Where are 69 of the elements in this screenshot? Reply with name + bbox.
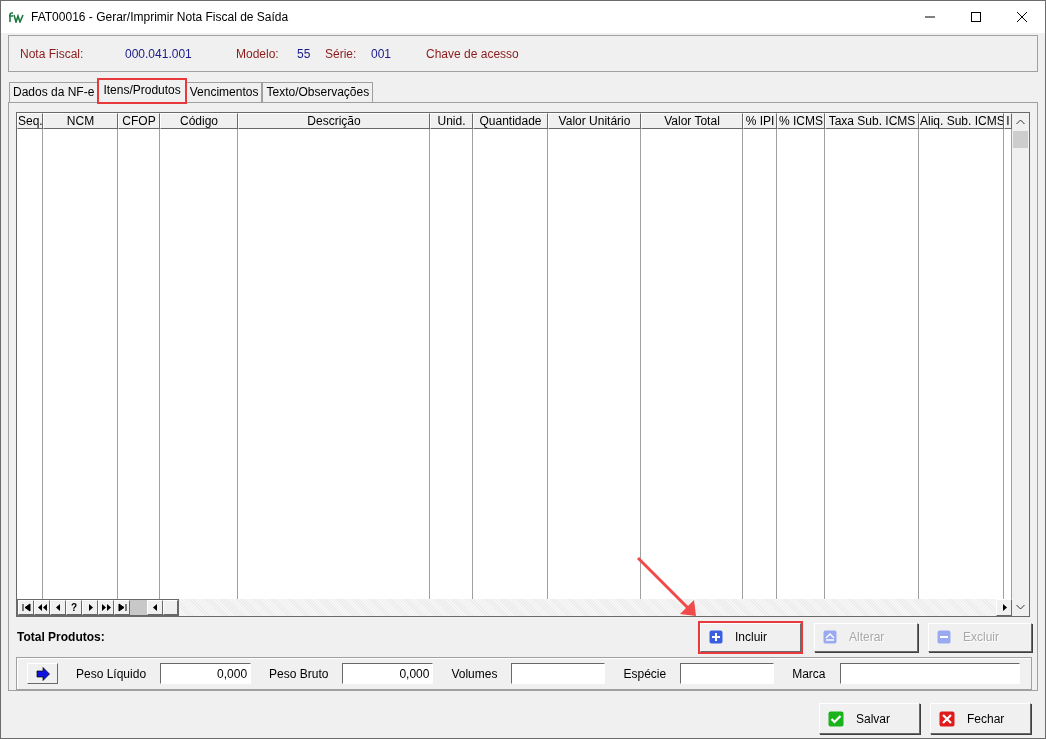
minus-icon <box>937 630 951 644</box>
field-label: Volumes <box>451 666 498 681</box>
field-label: Espécie <box>623 666 667 681</box>
navigator-button[interactable] <box>98 600 114 615</box>
column-header[interactable]: Seq. <box>17 113 43 129</box>
total-label: Total Produtos: <box>17 630 105 644</box>
close-icon <box>1017 12 1027 22</box>
field-label: Peso Bruto <box>269 666 329 681</box>
column-header[interactable]: % IPI <box>743 113 777 129</box>
navigator-button[interactable] <box>82 600 98 615</box>
tab[interactable]: Itens/Produtos <box>98 79 186 103</box>
input-field[interactable] <box>511 663 606 684</box>
navigator-button[interactable] <box>18 600 34 615</box>
field-label: Nota Fiscal: <box>20 46 85 61</box>
navigator-button[interactable] <box>34 600 50 615</box>
x-icon <box>939 710 955 727</box>
vertical-scrollbar[interactable] <box>1012 113 1029 616</box>
column-header[interactable]: NCM <box>43 113 118 129</box>
scroll-thumb[interactable] <box>1013 131 1028 148</box>
app-logo-icon <box>9 11 25 23</box>
up-chevron-icon <box>823 630 837 644</box>
tab[interactable]: Texto/Observações <box>262 82 374 102</box>
help-button[interactable]: ? <box>66 600 82 615</box>
window-title: FAT00016 - Gerar/Imprimir Nota Fiscal de Saída <box>31 10 289 24</box>
tab[interactable]: Vencimentos <box>185 82 263 102</box>
field-value: 001 <box>371 46 393 61</box>
first-record-icon <box>21 603 31 612</box>
previous-record-icon <box>53 603 63 612</box>
input-field[interactable] <box>839 663 1020 684</box>
field-value: 55 <box>297 46 312 61</box>
next-page-icon <box>101 603 111 612</box>
scroll-up-icon <box>1016 119 1025 125</box>
right-arrow-icon <box>35 666 50 681</box>
plus-icon <box>709 630 723 644</box>
field-label: Modelo: <box>236 46 280 61</box>
input-field[interactable] <box>680 663 775 684</box>
scroll-left-button[interactable] <box>147 600 163 615</box>
input-field[interactable]: 0,000 <box>160 663 252 684</box>
column-header[interactable]: Código <box>160 113 238 129</box>
previous-page-icon <box>37 603 47 612</box>
navigator-button[interactable] <box>50 600 66 615</box>
scroll-left-icon <box>150 603 160 612</box>
maximize-icon <box>971 12 981 22</box>
column-header[interactable]: Valor Unitário <box>548 113 641 129</box>
field-label: Série: <box>325 46 358 61</box>
scroll-right-button[interactable] <box>996 599 1012 616</box>
save-button[interactable]: Salvar <box>819 703 920 734</box>
scroll-thumb[interactable] <box>130 600 147 615</box>
checkmark-icon <box>828 710 844 727</box>
column-header[interactable]: Unid. <box>430 113 473 129</box>
last-record-icon <box>117 603 127 612</box>
column-header[interactable]: I <box>1004 113 1012 129</box>
navigator-button[interactable] <box>114 600 130 615</box>
column-header[interactable]: Descrição <box>238 113 430 129</box>
scroll-down-icon <box>1016 604 1025 610</box>
column-header[interactable]: Taxa Sub. ICMS <box>825 113 919 129</box>
input-field[interactable]: 0,000 <box>342 663 434 684</box>
column-header[interactable]: Quantidade <box>473 113 548 129</box>
close-button[interactable]: Fechar <box>930 703 1031 734</box>
column-header[interactable]: % ICMS <box>777 113 825 129</box>
column-header[interactable]: Valor Total <box>641 113 743 129</box>
arrow-button[interactable] <box>27 663 58 684</box>
access-key-link[interactable]: Chave de acesso <box>426 46 519 61</box>
field-label: Peso Líquido <box>76 666 147 681</box>
field-value: 000.041.001 <box>125 46 193 61</box>
field-label: Marca <box>792 666 826 681</box>
column-header[interactable]: CFOP <box>118 113 160 129</box>
tab[interactable]: Dados da NF-e <box>9 82 99 102</box>
add-button[interactable]: Incluir <box>700 622 801 652</box>
